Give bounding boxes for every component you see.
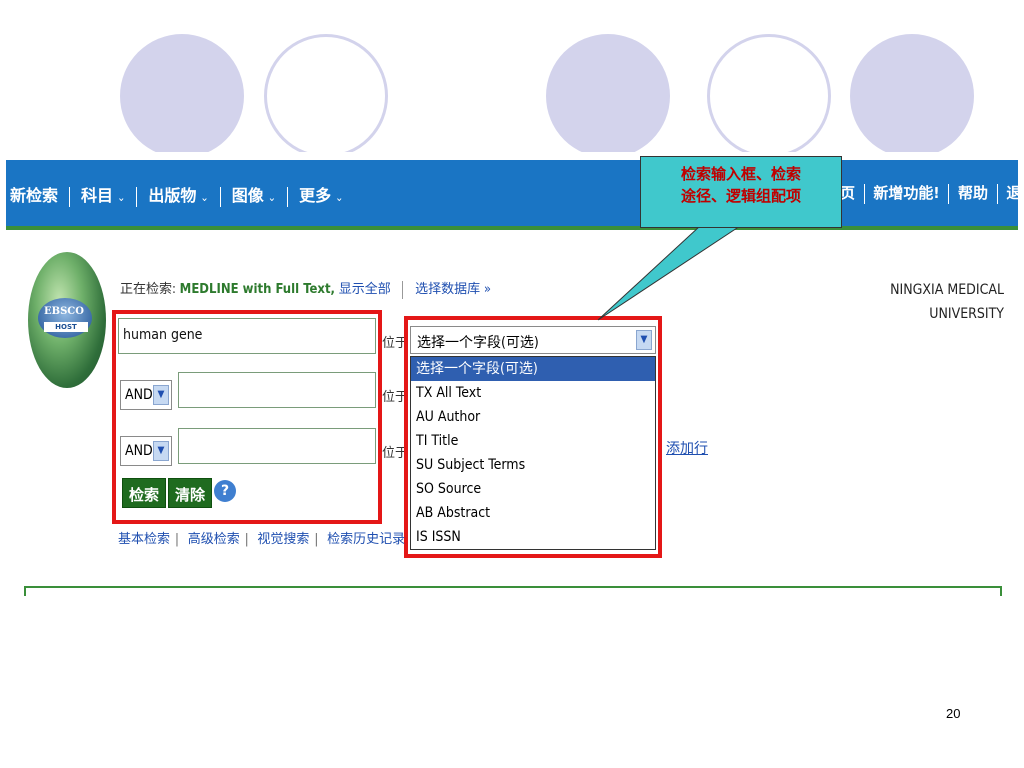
add-row-link[interactable]: 添加行 [666,438,708,458]
nav-images[interactable]: 图像 [232,186,264,205]
decor-circle-2 [264,34,388,158]
nav-separator [219,186,221,207]
choose-database-link[interactable]: 选择数据库 » [415,282,491,297]
decor-circle-5 [850,34,974,158]
chevron-down-icon[interactable]: ⌄ [335,191,343,204]
basic-search-link[interactable]: 基本检索 [118,532,170,547]
database-name: MEDLINE with Full Text, [179,282,335,297]
nav-whats-new[interactable]: 新增功能! [873,184,939,202]
nav-help[interactable]: 帮助 [958,184,988,202]
searching-prefix: 正在检索: [120,282,176,297]
nav-separator [996,183,998,204]
search-history-link[interactable]: 检索历史记录 [327,532,405,547]
nav-more[interactable]: 更多 [299,186,331,205]
logo-text: EBSCO [44,306,84,317]
right-nav: 页 新增功能! 帮助 退出 [840,182,1018,204]
nav-separator [287,186,289,207]
nav-separator [863,183,865,204]
annotation-callout: 检索输入框、检索 途径、逻辑组配项 [640,156,842,228]
institution-line-2: UNIVERSITY [929,306,1004,322]
nav-publications[interactable]: 出版物 [148,186,196,205]
nav-separator [69,186,71,207]
decor-circle-4 [707,34,831,158]
show-all-link[interactable]: 显示全部 [339,282,391,297]
callout-line-1: 检索输入框、检索 [680,165,801,183]
advanced-search-link[interactable]: 高级检索 [188,532,240,547]
chevron-down-icon[interactable]: ⌄ [117,191,125,204]
separator [402,280,404,299]
searching-line: 正在检索: MEDLINE with Full Text, 显示全部 选择数据库… [120,278,491,299]
chevron-down-icon[interactable]: ⌄ [268,191,276,204]
chevron-down-icon[interactable]: ⌄ [200,191,208,204]
highlight-field-select [404,316,662,558]
ebsco-host-logo: EBSCO HOST [28,252,106,388]
nav-divider [6,226,1018,230]
institution-name: NINGXIA MEDICAL UNIVERSITY [890,278,1004,326]
highlight-search-inputs [112,310,382,524]
main-nav: 新检索 科目 ⌄ 出版物 ⌄ 图像 ⌄ 更多 ⌄ [10,182,343,207]
nav-exit[interactable]: 退出 [1006,184,1018,202]
visual-search-link[interactable]: 视觉搜索 [257,532,309,547]
institution-line-1: NINGXIA MEDICAL [890,282,1004,298]
nav-right-partial[interactable]: 页 [840,184,855,202]
search-mode-links: 基本检索 | 高级检索 | 视觉搜索 | 检索历史记录 [118,532,406,547]
nav-new-search[interactable]: 新检索 [10,186,58,205]
nav-subjects[interactable]: 科目 [81,186,113,205]
logo-host: HOST [44,322,88,332]
ebsco-screenshot: 新检索 科目 ⌄ 出版物 ⌄ 图像 ⌄ 更多 ⌄ 页 新增功能! 帮助 退出 EBSCO… [6,152,1018,596]
slide-page-number: 20 [946,706,961,721]
logo-badge [38,298,92,338]
decor-circle-1 [120,34,244,158]
results-panel [24,586,1002,596]
nav-separator [136,186,138,207]
nav-separator [948,183,950,204]
callout-line-2: 途径、逻辑组配项 [680,187,801,205]
decor-circle-3 [546,34,670,158]
